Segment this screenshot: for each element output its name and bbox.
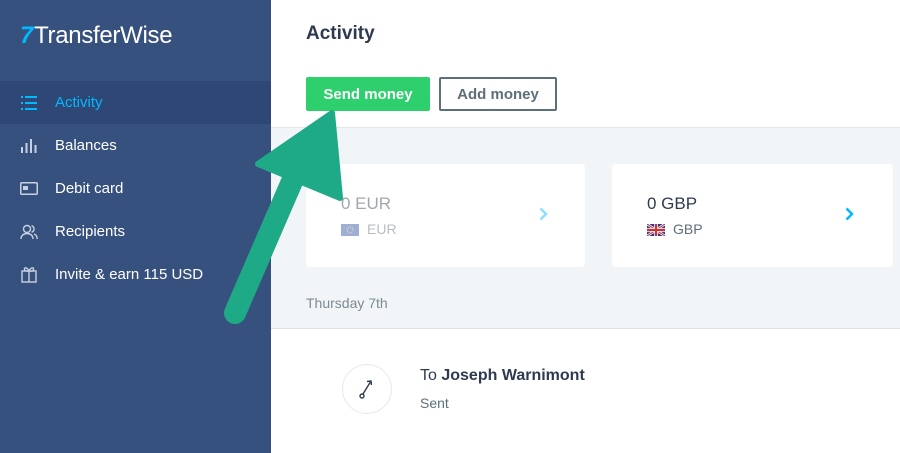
card-icon (20, 180, 38, 198)
uk-flag-icon (646, 222, 666, 238)
send-money-button[interactable]: Send money (306, 77, 430, 111)
sidebar-item-recipients[interactable]: Recipients (0, 210, 271, 253)
sidebar-item-label: Debit card (55, 180, 124, 197)
activity-title: To Joseph Warnimont (420, 367, 585, 385)
send-arrow-icon (342, 364, 392, 414)
sidebar-item-label: Activity (55, 94, 103, 111)
chevron-right-icon (841, 204, 857, 224)
gift-icon (20, 266, 38, 284)
sidebar-item-activity[interactable]: Activity (0, 81, 271, 124)
add-money-button[interactable]: Add money (439, 77, 557, 111)
balance-card-gbp[interactable]: 0 GBP GBP (612, 164, 893, 267)
people-icon (20, 223, 38, 241)
list-icon (20, 94, 38, 112)
page-header: Activity Send money Add money (271, 0, 900, 128)
main-content: Activity Send money Add money nces 0 EUR… (271, 0, 900, 453)
eu-flag-icon (341, 223, 359, 236)
sidebar-item-label: Recipients (55, 223, 126, 240)
chevron-right-icon (535, 204, 551, 224)
balance-amount: 0 EUR (341, 194, 392, 213)
sidebar-item-balances[interactable]: Balances (0, 124, 271, 167)
balance-currency: EUR (341, 221, 397, 237)
sidebar-item-invite[interactable]: Invite & earn 115 USD (0, 253, 271, 296)
balance-amount: 0 GBP (647, 194, 698, 213)
sidebar-item-label: Balances (55, 137, 117, 154)
activity-item[interactable]: To Joseph Warnimont Sent (271, 329, 900, 453)
currency-code: GBP (673, 221, 703, 237)
currency-code: EUR (367, 221, 397, 237)
page-title: Activity (306, 23, 375, 44)
activity-prefix: To (420, 367, 437, 384)
sidebar-item-label: Invite & earn 115 USD (55, 266, 204, 283)
balance-currency: GBP (646, 221, 703, 238)
logo-text: TransferWise (34, 22, 173, 49)
sidebar: 7 TransferWise Activity Balances Debit c… (0, 0, 271, 453)
activity-status: Sent (420, 395, 449, 411)
logo[interactable]: 7 TransferWise (20, 22, 173, 50)
bar-chart-icon (20, 137, 38, 155)
activity-recipient: Joseph Warnimont (441, 367, 585, 384)
balances-section-label: nces (306, 135, 336, 151)
sidebar-item-debit-card[interactable]: Debit card (0, 167, 271, 210)
balance-card-eur[interactable]: 0 EUR EUR (306, 164, 585, 267)
activity-date-label: Thursday 7th (306, 295, 388, 311)
transferwise-flag-icon: 7 (20, 22, 34, 49)
